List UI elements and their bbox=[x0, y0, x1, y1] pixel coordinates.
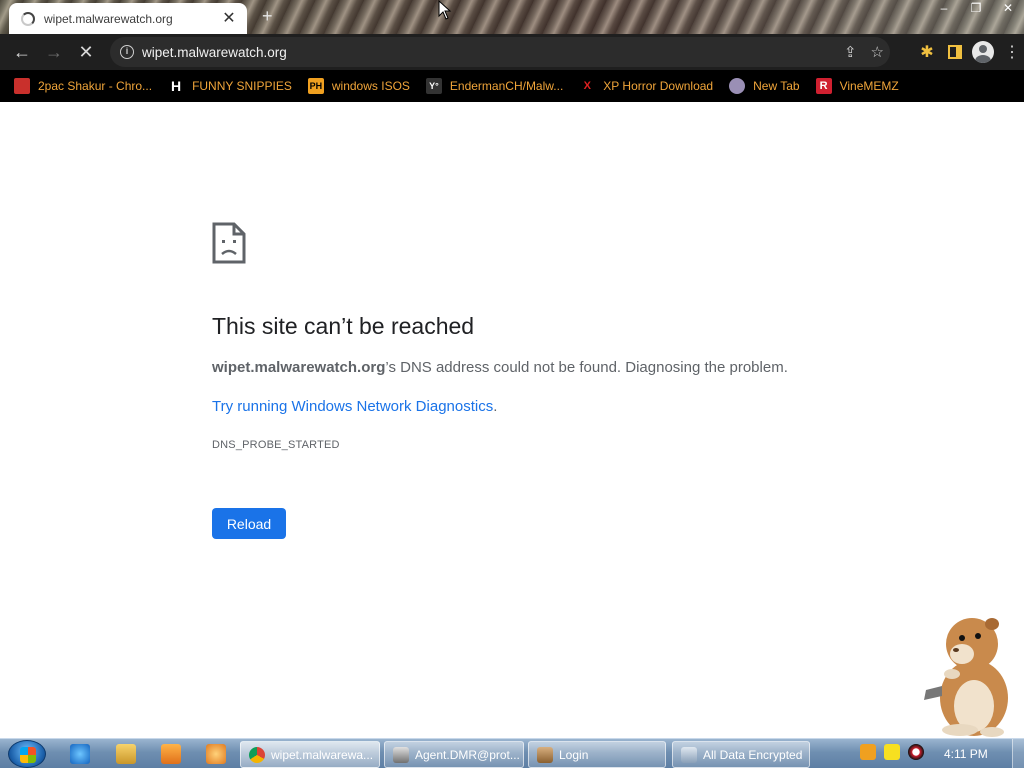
bookmark-item[interactable]: H FUNNY SNIPPIES bbox=[168, 78, 292, 94]
site-info-icon[interactable]: i bbox=[120, 45, 134, 59]
bookmark-item[interactable]: Y° EndermanCH/Malw... bbox=[425, 78, 564, 94]
chrome-icon bbox=[249, 746, 265, 763]
browser-tab[interactable]: wipet.malwarewatch.org ✕ bbox=[9, 3, 247, 34]
taskbar-button-label: Agent.DMR@prot... bbox=[415, 747, 520, 762]
side-panel-icon[interactable] bbox=[948, 45, 962, 59]
diagnostics-suggestion: Try running Windows Network Diagnostics. bbox=[212, 398, 497, 415]
error-code: DNS_PROBE_STARTED bbox=[212, 439, 340, 451]
bookmark-item[interactable]: R VineMEMZ bbox=[815, 78, 899, 94]
bookmark-label: XP Horror Download bbox=[603, 79, 714, 93]
browser-toolbar: ← → ✕ i wipet.malwarewatch.org ⇪ ☆ ✱ ⋮ bbox=[0, 34, 1024, 70]
globe-icon bbox=[729, 78, 746, 94]
media-player-icon[interactable] bbox=[161, 744, 181, 764]
taskbar-button[interactable]: Agent.DMR@prot... bbox=[384, 741, 524, 768]
file-explorer-icon[interactable] bbox=[116, 744, 136, 764]
extensions-puzzle-icon[interactable]: ✱ bbox=[916, 42, 938, 62]
bookmark-label: windows ISOS bbox=[331, 79, 410, 93]
back-button[interactable]: ← bbox=[6, 36, 38, 68]
taskbar-button-label: All Data Encrypted bbox=[703, 747, 803, 762]
tray-app-icon[interactable] bbox=[206, 744, 226, 764]
terminal-icon bbox=[393, 746, 409, 763]
taskbar-button[interactable]: wipet.malwarewa... bbox=[240, 741, 380, 768]
tab-title: wipet.malwarewatch.org bbox=[44, 11, 173, 26]
system-tray bbox=[860, 744, 924, 760]
bookmark-item[interactable]: 2pac Shakur - Chro... bbox=[14, 78, 152, 94]
taskbar-button[interactable]: All Data Encrypted bbox=[672, 741, 810, 768]
error-host: wipet.malwarewatch.org bbox=[212, 359, 386, 376]
taskbar-button-label: Login bbox=[559, 747, 589, 762]
bookmark-label: EndermanCH/Malw... bbox=[449, 79, 564, 93]
search-tray-icon[interactable] bbox=[860, 744, 876, 760]
share-icon[interactable]: ⇪ bbox=[844, 43, 857, 61]
taskbar-button[interactable]: Login bbox=[528, 741, 666, 768]
profile-avatar-icon[interactable] bbox=[972, 41, 994, 63]
bookmark-item[interactable]: PH windows ISOS bbox=[307, 78, 410, 94]
notification-tray-icon[interactable] bbox=[884, 744, 900, 760]
bookmarks-bar: 2pac Shakur - Chro... H FUNNY SNIPPIES PH wi… bbox=[0, 70, 1024, 102]
new-tab-button[interactable]: + bbox=[262, 6, 273, 27]
diagnostics-suffix: . bbox=[493, 398, 498, 415]
window-controls: – ❐ ✕ bbox=[928, 0, 1024, 18]
stop-loading-button[interactable]: ✕ bbox=[70, 36, 102, 68]
sad-document-icon bbox=[212, 222, 246, 264]
start-button[interactable] bbox=[8, 740, 46, 768]
bookmark-item[interactable]: New Tab bbox=[729, 78, 800, 94]
gift-icon bbox=[14, 78, 30, 94]
maximize-button[interactable]: ❐ bbox=[960, 0, 992, 18]
hamster-mascot-image bbox=[924, 618, 1008, 737]
security-tray-icon[interactable] bbox=[908, 744, 924, 760]
network-diagnostics-link[interactable]: Windows Network Diagnostics bbox=[291, 398, 493, 415]
minimize-button[interactable]: – bbox=[928, 0, 960, 18]
bookmark-label: VineMEMZ bbox=[839, 79, 899, 93]
reload-button[interactable]: Reload bbox=[212, 508, 286, 539]
bookmark-item[interactable]: X XP Horror Download bbox=[579, 78, 714, 94]
address-bar[interactable]: i wipet.malwarewatch.org ⇪ ☆ bbox=[110, 37, 890, 67]
internet-explorer-icon[interactable] bbox=[70, 744, 90, 764]
address-bar-url[interactable]: wipet.malwarewatch.org bbox=[142, 45, 287, 60]
diagnostics-prefix: Try running bbox=[212, 398, 292, 415]
login-icon bbox=[537, 746, 553, 763]
error-title: This site can’t be reached bbox=[212, 313, 475, 339]
browser-menu-icon[interactable]: ⋮ bbox=[1004, 42, 1020, 62]
error-page: This site can’t be reached wipet.malware… bbox=[0, 102, 1024, 738]
r-icon: R bbox=[815, 78, 832, 94]
forward-button[interactable]: → bbox=[38, 36, 70, 68]
bookmark-star-icon[interactable]: ☆ bbox=[871, 43, 884, 61]
close-window-button[interactable]: ✕ bbox=[992, 0, 1024, 18]
windows-taskbar: wipet.malwarewa... Agent.DMR@prot... Login… bbox=[0, 738, 1024, 768]
tab-strip: wipet.malwarewatch.org ✕ + – ❐ ✕ bbox=[0, 0, 1024, 34]
bookmark-label: 2pac Shakur - Chro... bbox=[38, 79, 153, 93]
yp-icon: Y° bbox=[425, 78, 442, 94]
window-icon bbox=[681, 746, 697, 763]
show-desktop-button[interactable] bbox=[1012, 739, 1024, 768]
tab-close-icon[interactable]: ✕ bbox=[221, 10, 237, 27]
taskbar-clock[interactable]: 4:11 PM bbox=[944, 747, 988, 761]
bookmark-label: New Tab bbox=[753, 79, 800, 93]
mouse-cursor-icon bbox=[438, 0, 452, 20]
error-message-text: ’s DNS address could not be found. Diagn… bbox=[385, 359, 788, 376]
taskbar-button-label: wipet.malwarewa... bbox=[271, 747, 374, 762]
error-message: wipet.malwarewatch.org’s DNS address cou… bbox=[212, 359, 788, 376]
loading-spinner-icon bbox=[21, 11, 35, 26]
h-icon: H bbox=[171, 78, 182, 94]
ph-icon: PH bbox=[307, 78, 324, 94]
x-icon: X bbox=[583, 80, 591, 92]
windows-logo-icon bbox=[20, 747, 36, 763]
bookmark-label: FUNNY SNIPPIES bbox=[192, 79, 292, 93]
